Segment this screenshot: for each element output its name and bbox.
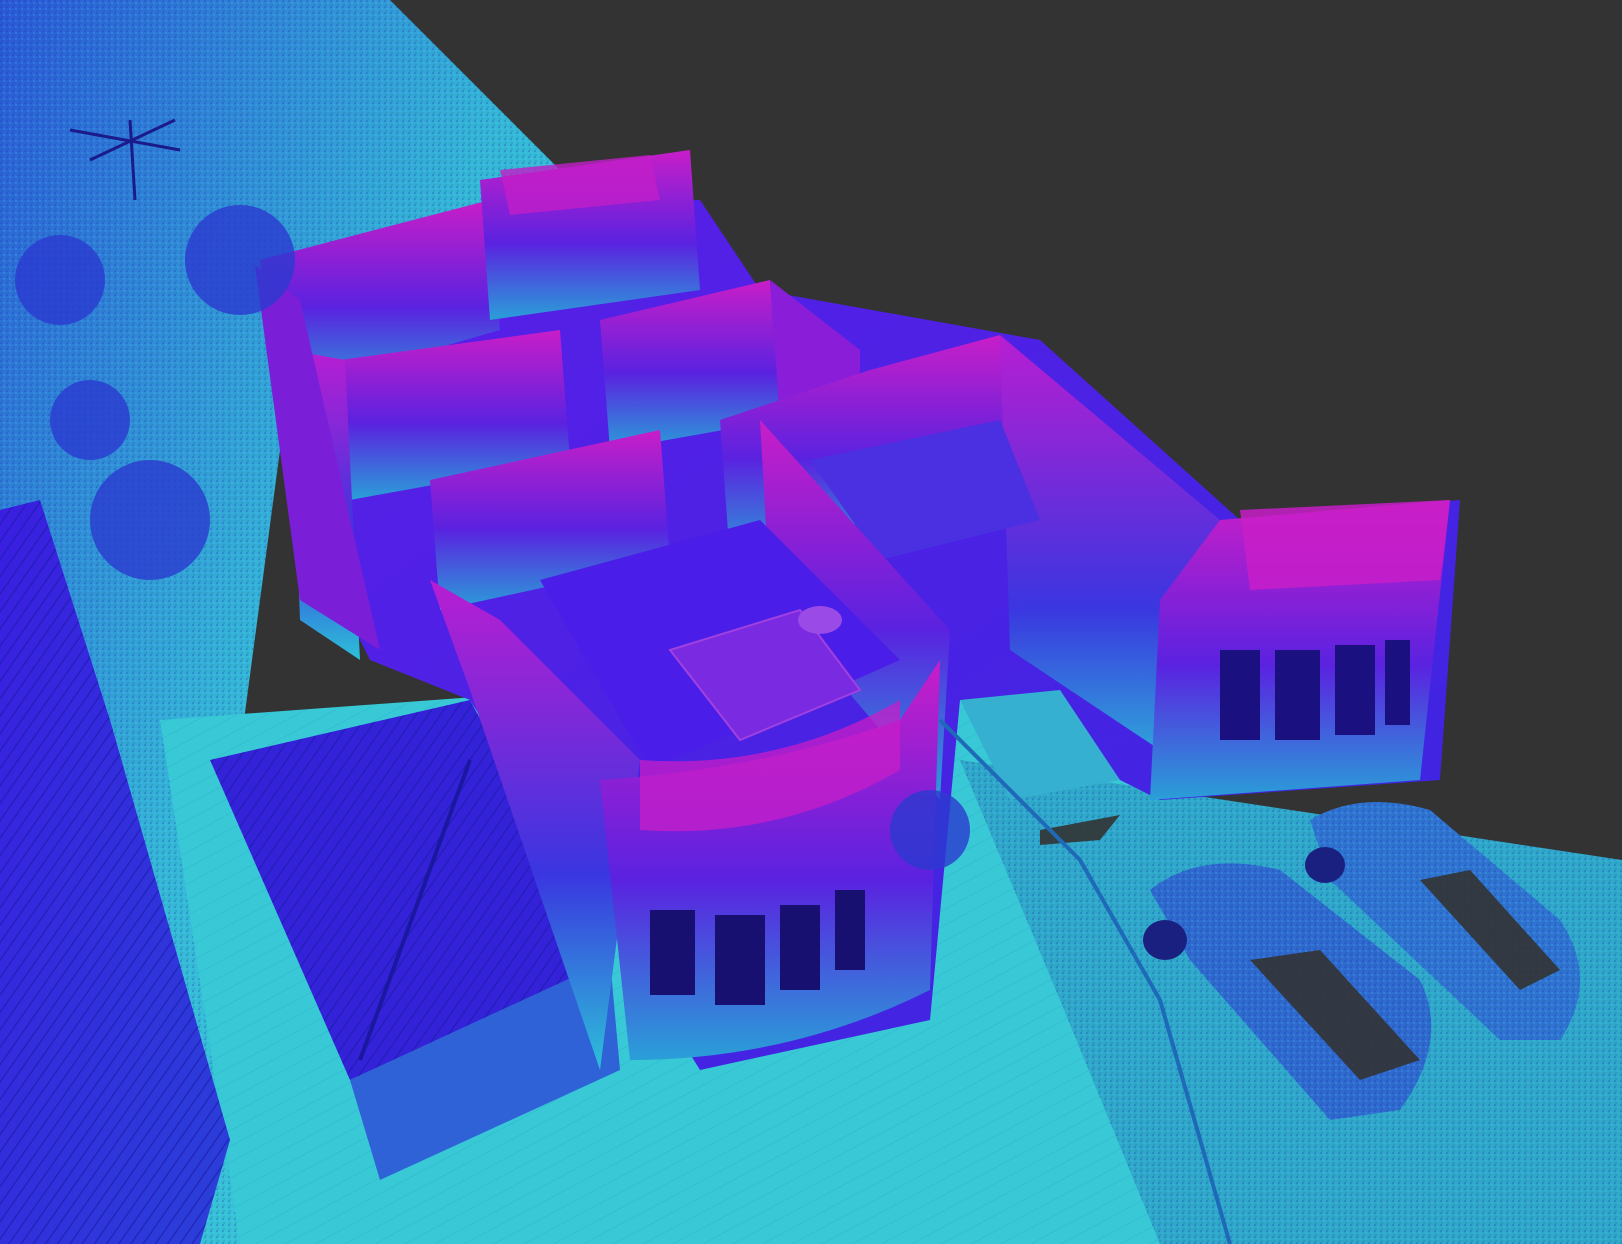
pillow (798, 606, 842, 634)
point-cloud-scene[interactable] (0, 0, 1622, 1244)
right-bay-parapet (1240, 500, 1450, 590)
point-cloud-viewport[interactable] (0, 0, 1622, 1244)
